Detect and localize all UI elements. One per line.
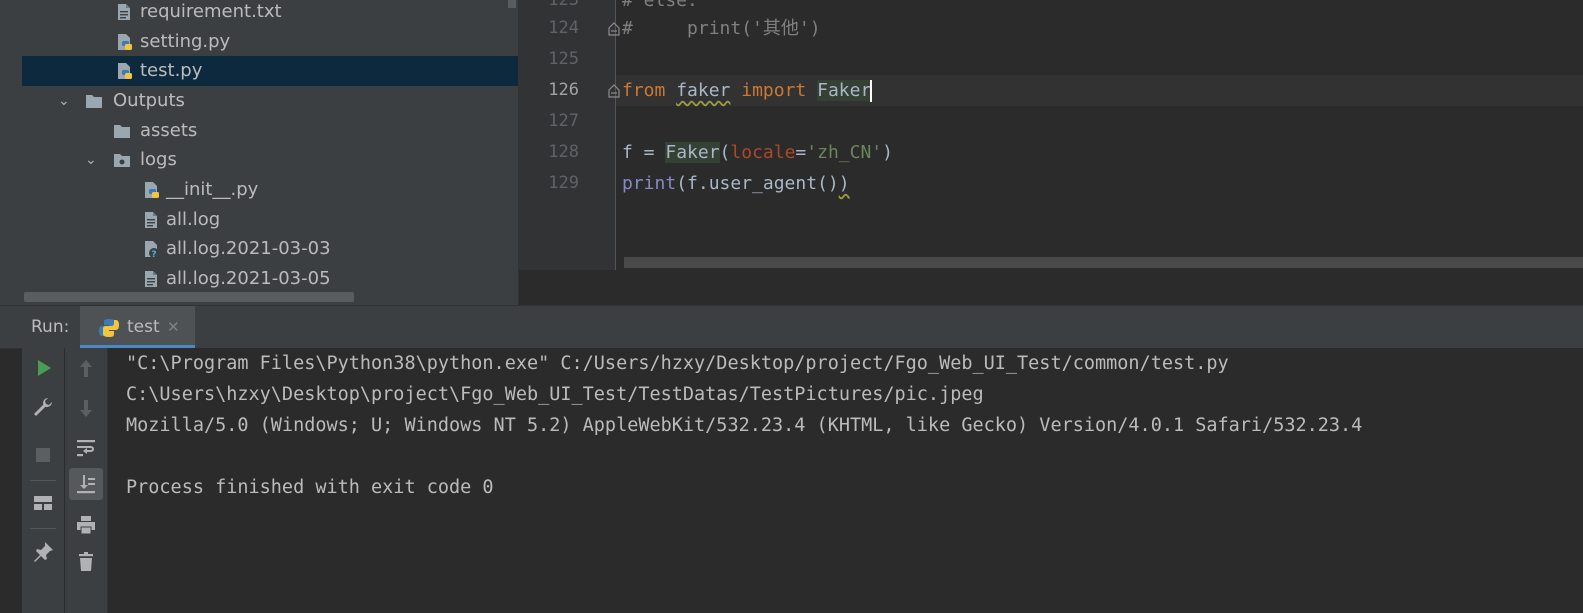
code-token: Faker: [817, 80, 872, 101]
tree-item-label: __init__.py: [166, 179, 259, 200]
fold-marker-icon[interactable]: [607, 22, 621, 36]
code-editor[interactable]: 123 124 125 126 127 128 129 # else: # pr…: [519, 0, 1583, 270]
tree-item-logs[interactable]: ⌄ logs: [22, 145, 518, 175]
project-tool-window-strip: [0, 0, 23, 305]
code-token: (: [719, 142, 731, 163]
python-file-icon: [118, 34, 132, 50]
toolbar-separator: [30, 528, 56, 529]
tree-item-requirement-txt[interactable]: requirement.txt: [22, 0, 518, 27]
tree-item-setting-py[interactable]: setting.py: [22, 27, 518, 57]
code-token: from: [622, 80, 666, 101]
code-token: (f.user_agent(): [676, 173, 839, 194]
tree-item-all-log-2021-03-03[interactable]: ? all.log.2021-03-03: [22, 234, 518, 264]
fold-marker-icon[interactable]: [607, 84, 621, 98]
run-icon[interactable]: [31, 356, 55, 380]
run-toolbar-secondary: [65, 348, 108, 613]
up-arrow-icon[interactable]: [74, 357, 98, 381]
tree-item-label: requirement.txt: [140, 1, 282, 22]
tree-item-test-py[interactable]: test.py: [22, 56, 518, 86]
code-line-128: f = Faker(locale='zh_CN'): [622, 137, 893, 168]
close-icon[interactable]: ✕: [167, 306, 180, 348]
code-token: Faker: [665, 142, 720, 163]
tree-item-label: setting.py: [140, 31, 231, 52]
tree-vertical-scrollbar[interactable]: [508, 0, 516, 8]
chevron-down-icon[interactable]: ⌄: [85, 145, 97, 175]
tree-item-init-py[interactable]: __init__.py: [22, 175, 518, 205]
pin-icon[interactable]: [31, 540, 55, 564]
package-folder-icon: [114, 154, 130, 167]
run-panel-header: Run: test ✕: [0, 305, 1583, 349]
python-file-icon: [118, 63, 132, 79]
tree-item-label: all.log.2021-03-03: [166, 238, 331, 259]
wrench-icon[interactable]: [31, 395, 55, 419]
soft-wrap-icon[interactable]: [74, 436, 98, 460]
stop-icon[interactable]: [31, 443, 55, 467]
chevron-down-icon[interactable]: ⌄: [58, 86, 70, 116]
python-icon: [99, 319, 119, 337]
console-line: C:\Users\hzxy\Desktop\project\Fgo_Web_UI…: [126, 384, 984, 405]
console-line: Process finished with exit code 0: [126, 477, 494, 498]
print-icon[interactable]: [74, 513, 98, 537]
tree-item-all-log-2021-03-05[interactable]: all.log.2021-03-05: [22, 264, 518, 294]
tree-item-label: Outputs: [113, 90, 185, 111]
line-number: 124: [548, 18, 579, 38]
code-token: ): [882, 142, 893, 163]
code-token: print: [622, 173, 677, 194]
editor-horizontal-scrollbar[interactable]: [624, 257, 1583, 268]
console-output[interactable]: "C:\Program Files\Python38\python.exe" C…: [108, 348, 1583, 613]
code-token: =: [795, 142, 807, 163]
toolbar-separator: [30, 480, 56, 481]
code-token: locale: [730, 142, 796, 163]
tree-item-label: test.py: [140, 60, 203, 81]
tree-item-label: assets: [140, 120, 198, 141]
line-number: 126: [548, 80, 579, 100]
trash-icon[interactable]: [74, 550, 98, 574]
text-file-icon: [118, 4, 130, 20]
code-line-126: from faker import Faker: [622, 75, 873, 106]
code-token: import: [741, 80, 807, 101]
python-file-icon: [145, 182, 159, 198]
down-arrow-icon[interactable]: [74, 396, 98, 420]
text-file-icon: [145, 212, 157, 228]
scroll-to-end-icon[interactable]: [74, 472, 98, 496]
line-number: 127: [548, 111, 579, 131]
run-toolbar-primary: [22, 348, 64, 613]
text-file-icon: [145, 271, 157, 287]
code-token: #: [622, 18, 633, 39]
code-token: faker: [676, 80, 731, 101]
tree-item-label: logs: [140, 149, 177, 170]
folder-icon: [86, 95, 102, 108]
tree-item-assets[interactable]: assets: [22, 116, 518, 146]
line-number: 128: [548, 142, 579, 162]
layout-icon[interactable]: [31, 491, 55, 515]
editor-bottom-area: [519, 270, 1583, 305]
code-line-124: # print('其他'): [622, 13, 821, 44]
code-token: print('其他'): [632, 18, 821, 39]
run-tab-label: test: [127, 317, 160, 337]
run-panel-title: Run:: [31, 317, 70, 337]
code-token: f =: [622, 142, 666, 163]
console-line: "C:\Program Files\Python38\python.exe" C…: [126, 353, 1229, 374]
tree-item-label: all.log: [166, 209, 221, 230]
line-number: 129: [548, 173, 579, 193]
folder-icon: [114, 125, 130, 138]
tree-item-label: all.log.2021-03-05: [166, 268, 331, 289]
tree-horizontal-scrollbar[interactable]: [24, 292, 354, 302]
console-line: Mozilla/5.0 (Windows; U; Windows NT 5.2)…: [126, 415, 1363, 436]
code-token: 'zh_CN': [806, 142, 883, 163]
text-caret: [870, 80, 873, 102]
code-line-129: print(f.user_agent()): [622, 168, 850, 199]
svg-text:?: ?: [151, 250, 156, 258]
unknown-file-icon: ?: [145, 241, 159, 258]
code-token: ): [838, 173, 850, 194]
project-tree: requirement.txt setting.py test.py ⌄ Out…: [22, 0, 519, 305]
tree-item-all-log[interactable]: all.log: [22, 205, 518, 235]
tree-item-outputs[interactable]: ⌄ Outputs: [22, 86, 518, 116]
editor-gutter: 123 124 125 126 127 128 129: [519, 0, 616, 270]
run-tab-test[interactable]: test ✕: [80, 306, 195, 348]
line-number: 125: [548, 49, 579, 69]
